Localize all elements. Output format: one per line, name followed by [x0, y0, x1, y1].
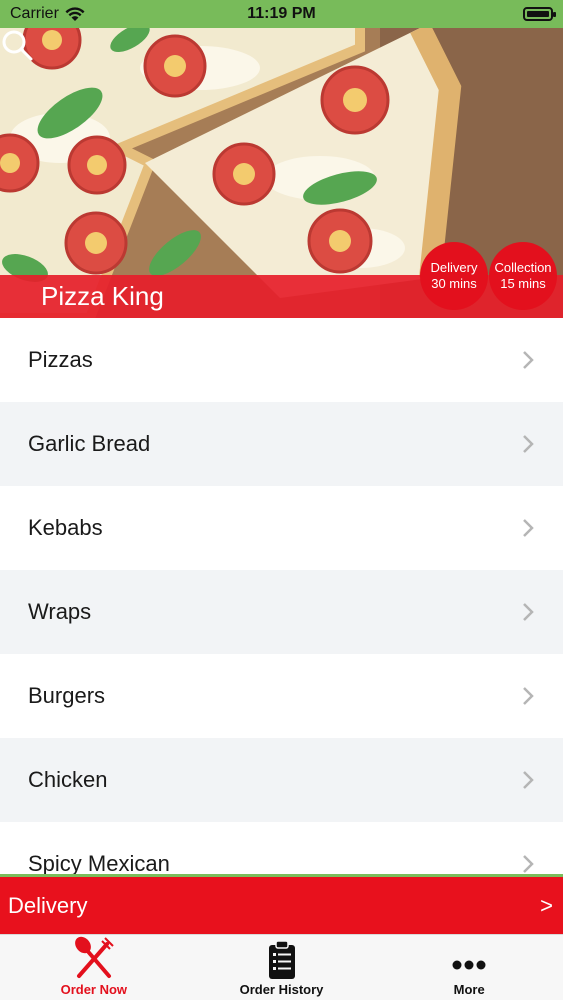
status-bar: Carrier 11:19 PM: [0, 0, 563, 28]
category-row-spicy-mexican[interactable]: Spicy Mexican: [0, 822, 563, 874]
tab-order-now[interactable]: Order Now: [0, 935, 188, 1000]
search-icon[interactable]: [0, 28, 34, 62]
tab-label: Order History: [239, 982, 324, 997]
chevron-right-icon: [523, 855, 534, 873]
delivery-arrow: >: [540, 892, 553, 918]
collection-time-badge: Collection 15 mins: [489, 242, 557, 310]
category-row-wraps[interactable]: Wraps: [0, 570, 563, 654]
chevron-right-icon: [523, 519, 534, 537]
category-label: Kebabs: [28, 515, 103, 540]
more-dots-icon: [452, 960, 486, 970]
clipboard-list-icon: [268, 940, 295, 979]
category-row-chicken[interactable]: Chicken: [0, 738, 563, 822]
chevron-right-icon: [523, 771, 534, 789]
delivery-mode-button[interactable]: Delivery >: [0, 874, 563, 934]
delivery-badge-label: Delivery: [430, 260, 478, 275]
category-row-pizzas[interactable]: Pizzas: [0, 318, 563, 402]
restaurant-name: Pizza King: [41, 281, 164, 311]
tab-label: Order Now: [60, 982, 128, 997]
category-row-kebabs[interactable]: Kebabs: [0, 486, 563, 570]
category-label: Burgers: [28, 683, 106, 708]
delivery-time-badge: Delivery 30 mins: [420, 242, 488, 310]
category-label: Pizzas: [28, 347, 93, 372]
category-list: Pizzas Garlic Bread Kebabs Wraps Burgers…: [0, 318, 563, 874]
chevron-right-icon: [523, 603, 534, 621]
collection-badge-label: Collection: [494, 260, 552, 275]
tab-more[interactable]: More: [375, 935, 563, 1000]
carrier-label: Carrier: [10, 5, 59, 22]
category-label: Chicken: [28, 767, 108, 792]
wifi-icon: [65, 6, 85, 21]
fork-knife-icon: [74, 936, 114, 978]
delivery-mode-label: Delivery: [8, 892, 88, 918]
category-row-garlic-bread[interactable]: Garlic Bread: [0, 402, 563, 486]
delivery-badge-time: 30 mins: [431, 276, 477, 291]
tab-order-history[interactable]: Order History: [188, 935, 376, 1000]
chevron-right-icon: [523, 351, 534, 369]
chevron-right-icon: [523, 687, 534, 705]
category-label: Garlic Bread: [28, 431, 151, 456]
collection-badge-time: 15 mins: [500, 276, 546, 291]
category-label: Wraps: [28, 599, 92, 624]
battery-icon: [523, 7, 556, 21]
status-left: Carrier: [10, 5, 85, 23]
chevron-right-icon: [523, 435, 534, 453]
hero-image: Pizza King Delivery 30 mins Collection 1…: [0, 28, 563, 318]
category-label: Spicy Mexican: [28, 851, 170, 874]
category-row-burgers[interactable]: Burgers: [0, 654, 563, 738]
tab-label: More: [453, 982, 485, 997]
tab-bar: Order Now Order History More: [0, 934, 563, 1000]
